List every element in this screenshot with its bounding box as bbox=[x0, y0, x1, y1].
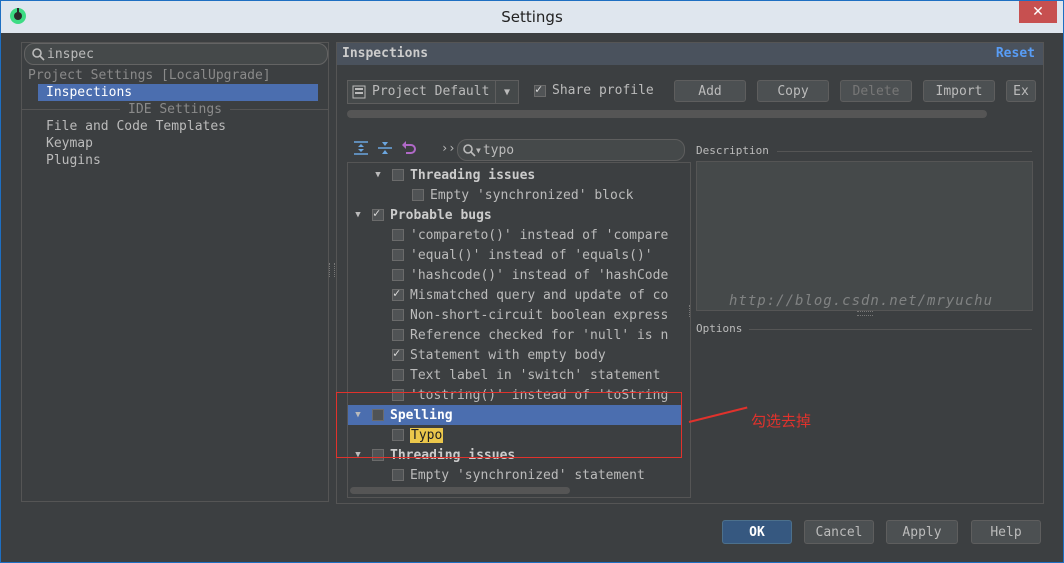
tree-actions bbox=[352, 139, 418, 157]
profile-dropdown[interactable]: Project Default ▼ bbox=[347, 80, 519, 104]
inspection-label: Statement with empty body bbox=[410, 347, 606, 363]
inspection-item[interactable]: 'hashcode()' instead of 'hashCode bbox=[348, 265, 690, 285]
checkbox-icon[interactable] bbox=[392, 369, 404, 381]
more-icon[interactable]: ›› bbox=[441, 141, 455, 155]
checkbox-icon[interactable] bbox=[412, 189, 424, 201]
reset-link[interactable]: Reset bbox=[996, 46, 1035, 61]
settings-window: Settings ✕ Project Settings [LocalUpgrad… bbox=[0, 0, 1064, 563]
cancel-button[interactable]: Cancel bbox=[804, 520, 874, 544]
window-title: Settings bbox=[501, 8, 563, 26]
inspection-filter[interactable]: ▼ typo bbox=[457, 139, 685, 161]
panel-title: Inspections bbox=[342, 46, 429, 61]
inspection-item[interactable]: Mismatched query and update of co bbox=[348, 285, 690, 305]
add-button[interactable]: Add bbox=[674, 80, 746, 102]
inspection-item[interactable]: Statement with empty body bbox=[348, 345, 690, 365]
checkbox-icon[interactable] bbox=[392, 229, 404, 241]
ide-settings-label: IDE Settings bbox=[128, 102, 222, 117]
share-profile-label: Share profile bbox=[552, 83, 654, 98]
panel-header: Inspections Reset bbox=[337, 43, 1043, 65]
copy-button[interactable]: Copy bbox=[757, 80, 829, 102]
checkbox-icon[interactable] bbox=[392, 286, 404, 301]
divider bbox=[777, 151, 1032, 152]
search-icon bbox=[32, 48, 45, 61]
expand-all-icon[interactable] bbox=[352, 139, 370, 157]
checkbox-icon[interactable] bbox=[392, 329, 404, 341]
inspection-item[interactable]: Non-short-circuit boolean express bbox=[348, 305, 690, 325]
annotation-text: 勾选去掉 bbox=[751, 412, 812, 430]
description-box bbox=[696, 161, 1033, 311]
inspection-label: Empty 'synchronized' block bbox=[430, 187, 634, 203]
project-settings-header: Project Settings [LocalUpgrade] bbox=[28, 68, 271, 83]
inspection-item[interactable]: Reference checked for 'null' is n bbox=[348, 325, 690, 345]
divider bbox=[22, 109, 121, 110]
tree-item-keymap[interactable]: Keymap bbox=[22, 135, 328, 152]
ide-settings-header: IDE Settings bbox=[22, 101, 329, 118]
filter-value[interactable]: typo bbox=[483, 143, 514, 158]
options-label: Options bbox=[696, 322, 743, 335]
profile-value: Project Default bbox=[372, 84, 490, 99]
tree-item-plugins[interactable]: Plugins bbox=[22, 152, 328, 169]
import-button[interactable]: Import bbox=[923, 80, 995, 102]
inspection-label: 'equal()' instead of 'equals()' bbox=[410, 247, 653, 263]
splitter-handle[interactable] bbox=[689, 305, 693, 317]
description-label: Description bbox=[696, 144, 769, 157]
inspection-label: 'hashcode()' instead of 'hashCode bbox=[410, 267, 669, 283]
checkbox-icon[interactable] bbox=[392, 309, 404, 321]
undo-icon[interactable] bbox=[400, 139, 418, 157]
export-button[interactable]: Ex bbox=[1006, 80, 1036, 102]
checkbox-icon[interactable] bbox=[534, 82, 546, 97]
ok-button[interactable]: OK bbox=[722, 520, 792, 544]
settings-navigation: Project Settings [LocalUpgrade] Inspecti… bbox=[21, 42, 329, 502]
settings-search-input[interactable] bbox=[45, 46, 307, 62]
checkbox-icon[interactable] bbox=[392, 346, 404, 361]
inspection-label: 'compareto()' instead of 'compare bbox=[410, 227, 669, 243]
inspection-item[interactable]: 'compareto()' instead of 'compare bbox=[348, 225, 690, 245]
inspection-label: Mismatched query and update of co bbox=[410, 287, 669, 303]
chevron-down-icon[interactable]: ▼ bbox=[495, 81, 518, 103]
checkbox-icon[interactable] bbox=[392, 249, 404, 261]
chevron-down-icon[interactable]: ▼ bbox=[476, 146, 481, 155]
help-button[interactable]: Help bbox=[971, 520, 1041, 544]
search-icon bbox=[463, 144, 476, 157]
inspection-item[interactable]: Empty 'synchronized' block bbox=[348, 185, 690, 205]
splitter-handle[interactable] bbox=[329, 263, 335, 277]
tree-vertical-scrollbar[interactable] bbox=[690, 337, 691, 483]
close-button[interactable]: ✕ bbox=[1019, 1, 1057, 23]
inspection-label: Empty 'synchronized' statement bbox=[410, 467, 645, 483]
splitter-handle[interactable] bbox=[857, 311, 873, 316]
checkbox-icon[interactable] bbox=[392, 169, 404, 181]
delete-button[interactable]: Delete bbox=[840, 80, 912, 102]
checkbox-icon[interactable] bbox=[392, 469, 404, 481]
profile-icon bbox=[352, 85, 366, 99]
inspection-group[interactable]: ▼ Probable bugs bbox=[348, 205, 682, 225]
tree-item-file-templates[interactable]: File and Code Templates bbox=[22, 118, 328, 135]
divider bbox=[749, 329, 1032, 330]
annotation-box bbox=[336, 392, 682, 458]
settings-search[interactable] bbox=[24, 43, 328, 65]
title-bar: Settings ✕ bbox=[1, 1, 1063, 33]
checkbox-icon[interactable] bbox=[392, 269, 404, 281]
expand-arrow-icon[interactable]: ▼ bbox=[352, 210, 364, 220]
dialog-content: Project Settings [LocalUpgrade] Inspecti… bbox=[9, 33, 1055, 556]
collapse-all-icon[interactable] bbox=[376, 139, 394, 157]
inspection-label: Probable bugs bbox=[390, 207, 492, 223]
toolbar-scrollbar[interactable] bbox=[347, 110, 987, 118]
tree-item-inspections[interactable]: Inspections bbox=[38, 84, 318, 101]
share-profile-checkbox[interactable]: Share profile bbox=[534, 82, 654, 98]
apply-button[interactable]: Apply bbox=[886, 520, 958, 544]
checkbox-icon[interactable] bbox=[372, 206, 384, 221]
inspection-label: Threading issues bbox=[410, 167, 536, 183]
android-studio-icon bbox=[10, 8, 26, 24]
inspection-group[interactable]: ▼ Threading issues bbox=[348, 165, 690, 185]
divider bbox=[229, 109, 329, 110]
settings-tree: Project Settings [LocalUpgrade] Inspecti… bbox=[22, 67, 329, 169]
inspection-item[interactable]: 'equal()' instead of 'equals()' bbox=[348, 245, 690, 265]
inspection-item[interactable]: Empty 'synchronized' statement bbox=[348, 465, 690, 485]
inspection-label: Text label in 'switch' statement bbox=[410, 367, 661, 383]
inspection-label: Non-short-circuit boolean express bbox=[410, 307, 669, 323]
inspection-item[interactable]: Text label in 'switch' statement bbox=[348, 365, 690, 385]
inspection-label: Reference checked for 'null' is n bbox=[410, 327, 669, 343]
tree-horizontal-scrollbar[interactable] bbox=[350, 487, 570, 494]
expand-arrow-icon[interactable]: ▼ bbox=[372, 170, 384, 180]
